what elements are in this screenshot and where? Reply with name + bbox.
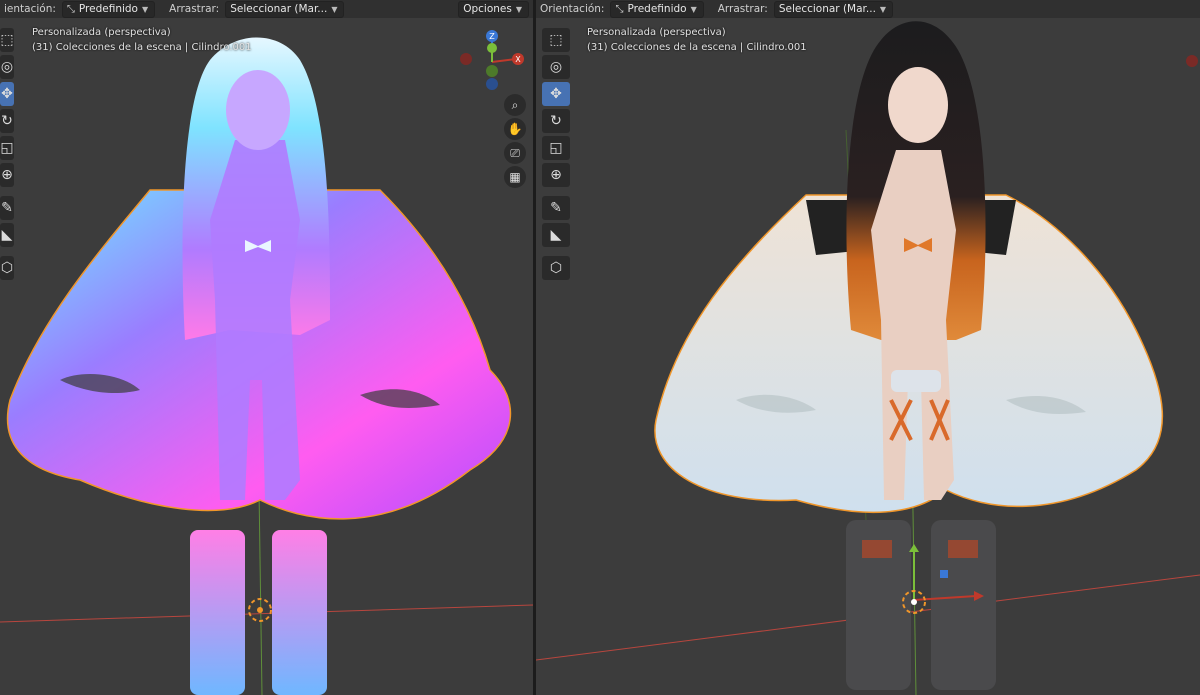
transform-icon[interactable]: ⊕	[0, 163, 14, 187]
perspective-grid-icon[interactable]: ▦	[504, 166, 526, 188]
zoom-icon[interactable]: ⌕	[504, 94, 526, 116]
neg-z-axis-icon[interactable]	[486, 78, 498, 90]
3d-cursor-icon[interactable]: ◎	[0, 55, 14, 79]
collection-info: (31) Colecciones de la escena | Cilindro…	[587, 42, 807, 53]
drag-dropdown[interactable]: Seleccionar (Mar... ▼	[225, 0, 345, 18]
x-label: X	[515, 55, 521, 64]
drag-dropdown[interactable]: Seleccionar (Mar... ▼	[773, 0, 894, 18]
left-scene	[0, 37, 533, 695]
head-mesh[interactable]	[226, 70, 290, 150]
view-name: Personalizada (perspectiva)	[32, 27, 171, 38]
measure-icon[interactable]: ◣	[0, 223, 14, 247]
shorts-mesh	[891, 370, 941, 392]
viewport-header: ientación: ⤡ Predefinido ▼ Arrastrar: Se…	[0, 0, 533, 18]
chevron-down-icon: ▼	[515, 4, 522, 14]
options-label: Opciones	[463, 3, 512, 15]
left-viewport[interactable]: ientación: ⤡ Predefinido ▼ Arrastrar: Se…	[0, 0, 533, 695]
viewport-header: Orientación: ⤡ Predefinido ▼ Arrastrar: …	[536, 0, 1200, 18]
drag-value: Seleccionar (Mar...	[230, 3, 328, 15]
neg-y-axis-icon[interactable]	[486, 65, 498, 77]
orientation-dropdown[interactable]: ⤡ Predefinido ▼	[61, 0, 156, 18]
scale-icon[interactable]: ◱	[542, 136, 570, 160]
drag-label: Arrastrar:	[169, 3, 220, 15]
transform-icon[interactable]: ⊕	[542, 163, 570, 187]
y-axis-icon[interactable]	[487, 43, 497, 53]
right-boot-mesh[interactable]	[272, 530, 327, 695]
chevron-down-icon: ▼	[879, 4, 887, 14]
cursor-select-icon[interactable]: ⬚	[0, 28, 14, 52]
view-name: Personalizada (perspectiva)	[587, 27, 726, 38]
orientation-dropdown[interactable]: ⤡ Predefinido ▼	[610, 0, 704, 18]
tool-shelf: ⬚ ◎ ✥ ↻ ◱ ⊕ ✎ ◣ ⬡	[0, 28, 14, 280]
move-icon[interactable]: ✥	[0, 82, 14, 106]
annotate-icon[interactable]: ✎	[0, 196, 14, 220]
neg-x-axis-icon[interactable]	[460, 53, 472, 65]
pan-hand-icon[interactable]: ✋	[504, 118, 526, 140]
3d-cursor-icon[interactable]: ◎	[542, 55, 570, 79]
move-icon[interactable]: ✥	[542, 82, 570, 106]
chevron-down-icon: ▼	[690, 4, 697, 14]
collection-info: (31) Colecciones de la escena | Cilindro…	[32, 42, 252, 53]
cursor-select-icon[interactable]: ⬚	[542, 28, 570, 52]
chevron-down-icon: ▼	[141, 4, 149, 14]
orientation-icon: ⤡	[66, 3, 75, 15]
head-mesh[interactable]	[888, 67, 948, 143]
add-cube-icon[interactable]: ⬡	[542, 256, 570, 280]
add-cube-icon[interactable]: ⬡	[0, 256, 14, 280]
z-label: Z	[489, 32, 495, 41]
orientation-icon: ⤡	[615, 3, 624, 15]
orientation-label: ientación:	[4, 3, 56, 15]
rotate-icon[interactable]: ↻	[542, 109, 570, 133]
chevron-down-icon: ▼	[331, 4, 338, 14]
navigation-gizmo[interactable]: Z X	[458, 28, 530, 93]
neg-x-axis-icon[interactable]	[1178, 50, 1200, 72]
right-viewport[interactable]: Orientación: ⤡ Predefinido ▼ Arrastrar: …	[536, 0, 1200, 695]
annotate-icon[interactable]: ✎	[542, 196, 570, 220]
right-scene	[536, 21, 1200, 695]
rotate-icon[interactable]: ↻	[0, 109, 14, 133]
measure-icon[interactable]: ◣	[542, 223, 570, 247]
left-boot-mesh[interactable]	[190, 530, 245, 695]
camera-icon[interactable]: ⎚	[504, 142, 526, 164]
orientation-value: Predefinido	[78, 3, 138, 15]
drag-value: Seleccionar (Mar...	[778, 3, 876, 15]
orientation-value: Predefinido	[627, 3, 687, 15]
move-plane-handle[interactable]	[940, 570, 948, 578]
orientation-label: Orientación:	[540, 3, 605, 15]
scale-icon[interactable]: ◱	[0, 136, 14, 160]
tool-shelf: ⬚ ◎ ✥ ↻ ◱ ⊕ ✎ ◣ ⬡	[542, 28, 570, 280]
options-dropdown[interactable]: Opciones ▼	[458, 0, 529, 18]
drag-label: Arrastrar:	[717, 3, 768, 15]
